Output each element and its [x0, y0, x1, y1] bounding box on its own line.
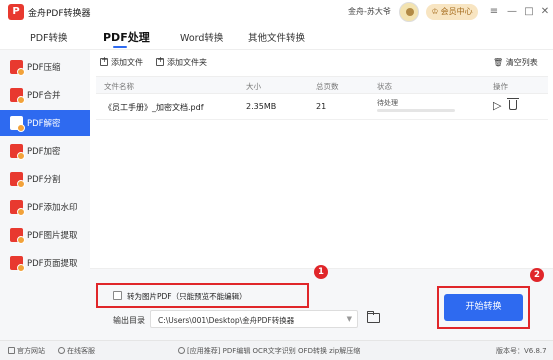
trash-icon: 🗑	[493, 58, 504, 67]
clear-list-button[interactable]: 🗑 清空列表	[493, 57, 538, 68]
headset-icon	[58, 347, 65, 354]
sidebar-item-label: PDF添加水印	[27, 203, 78, 213]
vip-center-button[interactable]: ♔ 会员中心	[426, 4, 478, 20]
status-bar: 官方网站 在线客服 [应用推荐] PDF编辑 OCR文字识别 OFD转换 zip…	[0, 340, 553, 360]
sidebar-item-label: PDF加密	[27, 147, 61, 157]
add-folder-button[interactable]: 添加文件夹	[156, 55, 207, 68]
sidebar-item-pdf-encrypt[interactable]: PDF加密	[0, 138, 90, 164]
avatar[interactable]	[399, 2, 419, 22]
active-tab-indicator	[113, 46, 127, 48]
sidebar-item-pdf-page-extract[interactable]: PDF页面提取	[0, 250, 90, 276]
app-recommend-links[interactable]: [应用推荐] PDF编辑 OCR文字识别 OFD转换 zip解压缩	[178, 346, 360, 356]
maximize-icon[interactable]: □	[521, 4, 537, 20]
sidebar-item-pdf-watermark[interactable]: PDF添加水印	[0, 194, 90, 220]
sidebar: PDF压缩 PDF合并 PDF解密 PDF加密 PDF分割 PDF添加水印 PD…	[0, 50, 90, 340]
file-status: 待处理	[377, 99, 398, 107]
delete-icon[interactable]	[507, 98, 519, 110]
play-icon[interactable]: ▷	[493, 99, 501, 112]
add-folder-label: 添加文件夹	[167, 58, 207, 67]
online-support-label: 在线客服	[67, 347, 95, 355]
annotation-badge-2: 2	[530, 268, 544, 282]
column-header-action: 操作	[493, 82, 508, 91]
annotation-badge-1: 1	[314, 265, 328, 279]
pdf-merge-icon	[10, 88, 25, 104]
sidebar-item-pdf-decrypt[interactable]: PDF解密	[0, 110, 90, 136]
tab-other-convert[interactable]: 其他文件转换	[248, 30, 305, 44]
tab-pdf-process[interactable]: PDF处理	[103, 29, 150, 45]
column-header-status: 状态	[377, 82, 392, 91]
output-dir-value: C:\Users\001\Desktop\金舟PDF转换器	[158, 316, 295, 325]
app-title: 金舟PDF转换器	[28, 9, 91, 19]
table-row[interactable]: 《员工手册》_加密文档.pdf 2.35MB 21 待处理 ▷	[96, 94, 548, 120]
chevron-down-icon: ▼	[346, 315, 352, 323]
pdf-encrypt-icon	[10, 144, 25, 160]
pdf-page-extract-icon	[10, 256, 25, 272]
add-file-icon	[100, 55, 108, 66]
highlight-box-1	[96, 283, 309, 308]
output-dir-label: 输出目录	[113, 316, 145, 325]
progress-bar	[377, 109, 455, 112]
clear-list-label: 清空列表	[505, 58, 538, 67]
pdf-compress-icon	[10, 60, 25, 76]
sidebar-item-pdf-compress[interactable]: PDF压缩	[0, 54, 90, 80]
title-bar: P 金舟PDF转换器 金舟-苏大爷 ♔ 会员中心 ≡ — □ ✕	[0, 0, 553, 26]
sidebar-item-pdf-image-extract[interactable]: PDF图片提取	[0, 222, 90, 248]
sidebar-item-label: PDF页面提取	[27, 259, 78, 269]
sidebar-item-label: PDF分割	[27, 175, 61, 185]
pdf-decrypt-icon	[10, 116, 25, 132]
file-name: 《员工手册》_加密文档.pdf	[104, 103, 204, 112]
tab-pdf-convert[interactable]: PDF转换	[30, 30, 68, 44]
crown-icon: ♔	[431, 7, 439, 16]
pdf-image-extract-icon	[10, 228, 25, 244]
file-size: 2.35MB	[246, 102, 277, 111]
top-nav: PDF转换 PDF处理 Word转换 其他文件转换	[0, 26, 553, 50]
folder-icon[interactable]	[367, 311, 380, 323]
official-website-link[interactable]: 官方网站	[8, 346, 45, 356]
pdf-split-icon	[10, 172, 25, 188]
file-pages: 21	[316, 102, 327, 111]
add-file-button[interactable]: 添加文件	[100, 55, 143, 68]
pdf-watermark-icon	[10, 200, 25, 216]
menu-icon[interactable]: ≡	[486, 4, 502, 20]
recommend-icon	[178, 347, 185, 354]
column-header-pages: 总页数	[316, 82, 339, 91]
sidebar-item-label: PDF合并	[27, 91, 61, 101]
output-dir-select[interactable]: C:\Users\001\Desktop\金舟PDF转换器 ▼	[150, 310, 358, 328]
table-header: 文件名称 大小 总页数 状态 操作	[96, 76, 548, 94]
file-list-panel: 添加文件 添加文件夹 🗑 清空列表 文件名称 大小 总页数 状态 操作 《员工手…	[90, 50, 553, 268]
user-name[interactable]: 金舟-苏大爷	[348, 6, 391, 17]
sidebar-item-label: PDF压缩	[27, 63, 61, 73]
sidebar-item-label: PDF图片提取	[27, 231, 78, 241]
close-icon[interactable]: ✕	[537, 4, 553, 20]
app-recommend-label: [应用推荐] PDF编辑 OCR文字识别 OFD转换 zip解压缩	[187, 347, 361, 355]
tab-word-convert[interactable]: Word转换	[180, 30, 223, 44]
column-header-size: 大小	[246, 82, 261, 91]
online-support-link[interactable]: 在线客服	[58, 346, 95, 356]
start-convert-button[interactable]: 开始转换	[444, 294, 523, 321]
app-logo-icon: P	[8, 4, 24, 20]
column-header-name: 文件名称	[104, 82, 134, 91]
sidebar-item-pdf-merge[interactable]: PDF合并	[0, 82, 90, 108]
vip-center-label: 会员中心	[440, 7, 473, 16]
sidebar-item-label: PDF解密	[27, 119, 61, 129]
official-website-label: 官方网站	[17, 347, 45, 355]
minimize-icon[interactable]: —	[504, 4, 520, 20]
monitor-icon	[8, 347, 15, 354]
sidebar-item-pdf-split[interactable]: PDF分割	[0, 166, 90, 192]
version-label: 版本号：V6.8.7	[496, 347, 547, 355]
add-file-label: 添加文件	[111, 58, 143, 67]
add-folder-icon	[156, 55, 164, 66]
